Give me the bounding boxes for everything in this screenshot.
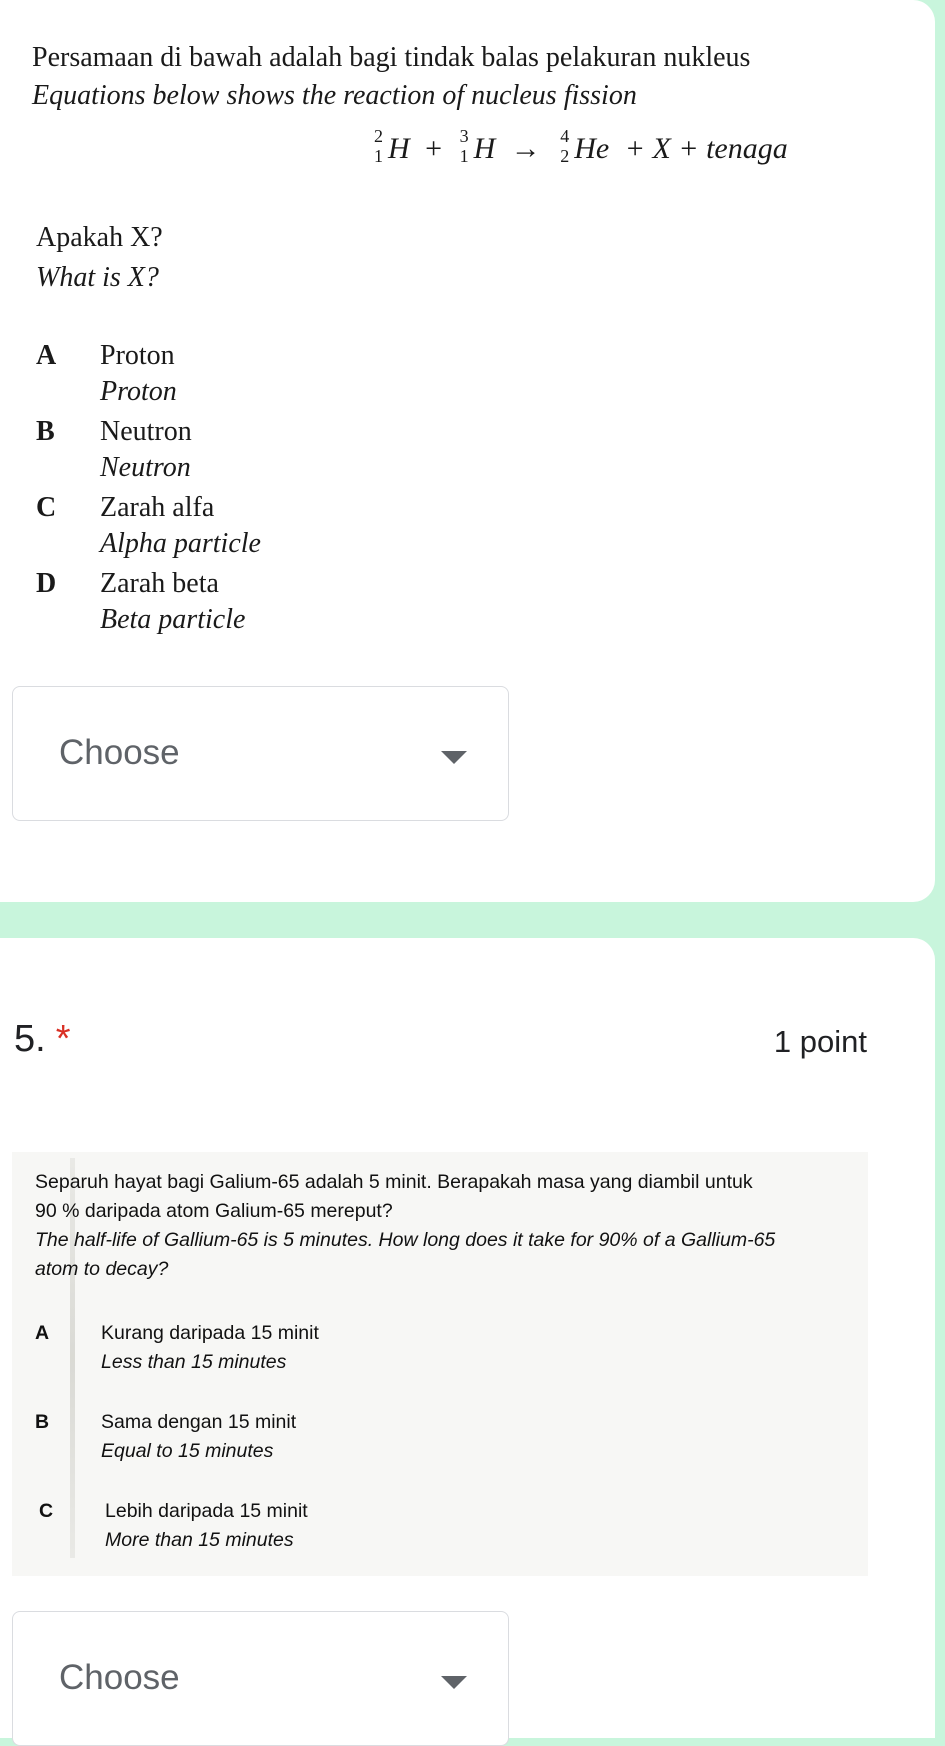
dropdown-label: Choose	[59, 733, 180, 772]
question-text-ms: 90 % daripada atom Galium-65 mereput?	[35, 1200, 393, 1222]
question-text-en: atom to decay?	[35, 1258, 169, 1280]
option-text-ms: Lebih daripada 15 minit	[105, 1500, 308, 1522]
option-text-ms: Kurang daripada 15 minit	[101, 1322, 319, 1344]
option-letter: D	[36, 568, 57, 599]
element-symbol: He	[574, 132, 610, 165]
question-text-en: The half-life of Gallium-65 is 5 minutes…	[35, 1229, 776, 1251]
nuclear-equation: 2 1 H + 3 1 H → 4 2 He + X + tenaga	[370, 126, 788, 166]
atomic-number: 2	[560, 146, 570, 166]
option-text-ms: Sama dengan 15 minit	[101, 1411, 297, 1433]
option-text-en: Neutron	[100, 452, 191, 483]
option-text-en: Alpha particle	[100, 528, 261, 559]
question-text-en: Equations below shows the reaction of nu…	[32, 80, 637, 111]
option-text-ms: Neutron	[100, 416, 192, 447]
option-text-en: Proton	[100, 376, 177, 407]
question-image: Persamaan di bawah adalah bagi tindak ba…	[0, 0, 935, 660]
option-text-ms: Proton	[100, 340, 175, 371]
option-text-en: Less than 15 minutes	[101, 1351, 287, 1373]
atomic-number: 1	[374, 146, 383, 166]
question-number-text: 5.	[14, 1018, 46, 1060]
option-text-ms: Zarah alfa	[100, 492, 215, 523]
helium-term: 4 2 He	[560, 126, 610, 166]
mass-number: 4	[560, 126, 570, 146]
atomic-number: 1	[459, 146, 469, 166]
question-ask-ms: Apakah X?	[36, 222, 163, 253]
option-letter: A	[35, 1322, 50, 1344]
option-letter: B	[36, 416, 55, 447]
answer-dropdown[interactable]: Choose	[12, 686, 509, 821]
question-image: Separuh hayat bagi Galium-65 adalah 5 mi…	[12, 1152, 868, 1576]
required-asterisk: *	[55, 1018, 71, 1060]
answer-dropdown[interactable]: Choose	[12, 1611, 509, 1746]
option-letter: C	[39, 1500, 54, 1522]
option-letter: C	[36, 492, 57, 523]
arrow-icon: →	[510, 132, 541, 165]
question-number: 5. *	[14, 1018, 71, 1061]
dropdown-arrow-icon	[441, 751, 467, 764]
dropdown-label: Choose	[59, 1658, 180, 1697]
option-text-ms: Zarah beta	[100, 568, 219, 599]
mass-number: 3	[459, 126, 469, 146]
deuterium-term: 2 1 H	[374, 126, 410, 166]
option-text-en: More than 15 minutes	[105, 1529, 294, 1551]
points-label: 1 point	[773, 1024, 867, 1059]
option-letter: A	[36, 340, 57, 371]
element-symbol: H	[388, 132, 410, 165]
question-text-ms: Persamaan di bawah adalah bagi tindak ba…	[32, 42, 751, 73]
option-text-en: Equal to 15 minutes	[101, 1440, 274, 1462]
option-letter: B	[35, 1411, 50, 1433]
question-ask-en: What is X?	[36, 262, 159, 293]
question-text-ms: Separuh hayat bagi Galium-65 adalah 5 mi…	[35, 1171, 753, 1193]
equation-rest: + X + tenaga	[624, 132, 788, 165]
question-card-4: Persamaan di bawah adalah bagi tindak ba…	[0, 0, 935, 902]
dropdown-arrow-icon	[441, 1676, 467, 1689]
option-text-en: Beta particle	[100, 604, 246, 635]
plus-sign: +	[425, 132, 443, 165]
tritium-term: 3 1 H	[460, 126, 496, 166]
element-symbol: H	[473, 132, 496, 165]
mass-number: 2	[374, 126, 383, 146]
